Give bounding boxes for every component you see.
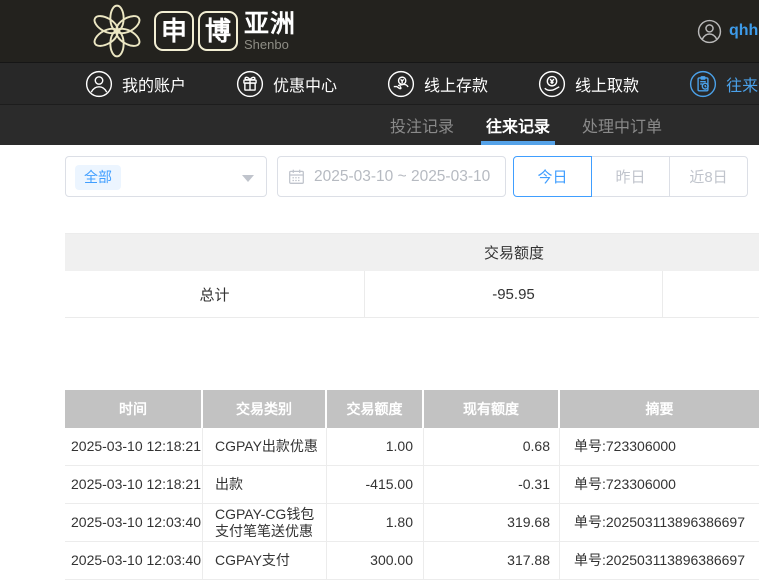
nav-label: 往来记录: [726, 77, 759, 95]
nav-label: 线上取款: [575, 77, 640, 95]
nav-item-transaction-records[interactable]: 往来记录: [689, 70, 759, 98]
table-row: 2025-03-10 12:18:21 出款 -415.00 -0.31 单号:…: [65, 466, 759, 504]
column-header-summary: 摘要: [645, 401, 674, 417]
nav-item-online-deposit[interactable]: 线上存款: [387, 70, 488, 98]
user-avatar-icon: [697, 19, 722, 43]
cell-amount: 300.00: [327, 542, 424, 579]
column-header-balance: 现有额度: [424, 390, 560, 428]
type-select[interactable]: 全部: [65, 156, 267, 197]
cell-type: 出款: [203, 466, 327, 503]
summary-total-value: -95.95: [365, 271, 663, 317]
account-icon: [85, 70, 113, 97]
table-row: 2025-03-10 12:03:40 CGPAY支付 300.00 317.8…: [65, 542, 759, 580]
cell-amount: 1.00: [327, 428, 424, 465]
flower-logo-icon: [93, 4, 141, 58]
cell-type: CGPAY出款优惠: [203, 428, 327, 465]
summary-header-amount: 交易额度: [483, 245, 544, 262]
logo-region-text: 亚洲: [244, 9, 297, 38]
page: 申 博 亚洲 Shenbo qhh 我的账户 优惠中心 线上存款 线上取款 往来…: [0, 0, 759, 581]
transactions-table: 时间 交易类别 交易额度 现有额度 摘要 2025-03-10 12:18:21…: [65, 390, 759, 580]
nav-label: 我的账户: [122, 77, 187, 95]
tab-label: 投注记录: [390, 119, 455, 136]
cell-time: 2025-03-10 12:18:21: [65, 466, 203, 503]
summary-empty-cell: [663, 271, 759, 317]
button-label: 今日: [537, 169, 568, 186]
cell-balance: 317.88: [424, 542, 560, 579]
logo-text: 亚洲 Shenbo: [244, 11, 296, 52]
cell-balance: 319.68: [424, 504, 560, 541]
cell-type: CGPAY支付: [203, 542, 327, 579]
cell-amount: 1.80: [327, 504, 424, 541]
table-row: 2025-03-10 12:03:40 CGPAY-CG钱包支付笔笔送优惠 1.…: [65, 504, 759, 542]
deposit-icon: [387, 70, 415, 97]
summary-table: 交易额度 总计 -95.95: [65, 233, 759, 318]
logo-brand-text: Shenbo: [244, 36, 289, 52]
tab-label: 处理中订单: [582, 119, 663, 136]
column-header-type: 交易类别: [203, 390, 327, 428]
calendar-icon: [289, 169, 304, 184]
transactions-header-row: 时间 交易类别 交易额度 现有额度 摘要: [65, 390, 759, 428]
cell-balance: 0.68: [424, 428, 560, 465]
user-account-menu[interactable]: qhh: [697, 0, 758, 62]
yesterday-button[interactable]: 昨日: [591, 156, 670, 197]
date-range-picker[interactable]: 2025-03-10 ~ 2025-03-10: [277, 156, 506, 197]
nav-item-online-withdrawal[interactable]: 线上取款: [538, 70, 639, 98]
cell-balance: -0.31: [424, 466, 560, 503]
nav-item-my-account[interactable]: 我的账户: [85, 70, 186, 98]
button-label: 昨日: [615, 169, 646, 186]
tab-transaction-records[interactable]: 往来记录: [481, 105, 556, 145]
summary-total-label: 总计: [65, 271, 365, 317]
logo-char-box-2: 博: [198, 11, 238, 51]
chevron-down-icon: [242, 175, 254, 182]
username-text: qhh: [729, 22, 759, 39]
date-range-value: 2025-03-10 ~ 2025-03-10: [314, 167, 491, 185]
cell-summary: 单号:723306000: [574, 476, 676, 492]
selected-type-tag: 全部: [75, 165, 121, 190]
main-navbar: 我的账户 优惠中心 线上存款 线上取款 往来: [0, 62, 759, 104]
column-header-amount: 交易额度: [327, 390, 424, 428]
cell-summary: 单号:723306000: [574, 438, 676, 454]
logo-char-1: 申: [160, 16, 187, 46]
today-button[interactable]: 今日: [513, 156, 592, 197]
gift-icon: [236, 70, 264, 97]
logo-link[interactable]: 申 博 亚洲 Shenbo: [86, 2, 296, 60]
filter-bar: 全部 2025-03-10 ~ 2025-03-10 今日 昨日 近8日: [0, 145, 759, 233]
top-header: 申 博 亚洲 Shenbo qhh: [0, 0, 759, 62]
cell-amount: -415.00: [327, 466, 424, 503]
withdrawal-icon: [538, 70, 566, 97]
tab-pending-orders[interactable]: 处理中订单: [579, 105, 665, 145]
column-header-time: 时间: [65, 390, 203, 428]
summary-header-empty: [65, 234, 365, 271]
summary-header-empty: [663, 234, 759, 271]
nav-label: 线上存款: [424, 77, 489, 95]
summary-total-row: 总计 -95.95: [65, 271, 759, 318]
quick-range-buttons: 今日 昨日 近8日: [513, 156, 748, 197]
tab-label: 往来记录: [486, 119, 551, 136]
cell-time: 2025-03-10 12:03:40: [65, 504, 203, 541]
button-label: 近8日: [689, 169, 728, 186]
cell-time: 2025-03-10 12:03:40: [65, 542, 203, 579]
records-icon: [689, 70, 717, 97]
nav-item-promotions[interactable]: 优惠中心: [236, 70, 337, 98]
cell-summary: 单号:202503113896386697: [574, 514, 746, 530]
last-8-days-button[interactable]: 近8日: [669, 156, 748, 197]
record-tabs: 投注记录 往来记录 处理中订单: [0, 104, 759, 145]
logo-char-2: 博: [204, 16, 231, 46]
summary-header-row: 交易额度: [65, 233, 759, 271]
logo-char-box-1: 申: [154, 11, 194, 51]
tab-bet-records[interactable]: 投注记录: [387, 105, 457, 145]
table-row: 2025-03-10 12:18:21 CGPAY出款优惠 1.00 0.68 …: [65, 428, 759, 466]
cell-time: 2025-03-10 12:18:21: [65, 428, 203, 465]
nav-label: 优惠中心: [273, 77, 338, 95]
cell-type: CGPAY-CG钱包支付笔笔送优惠: [203, 504, 327, 541]
cell-summary: 单号:202503113896386697: [574, 552, 746, 568]
